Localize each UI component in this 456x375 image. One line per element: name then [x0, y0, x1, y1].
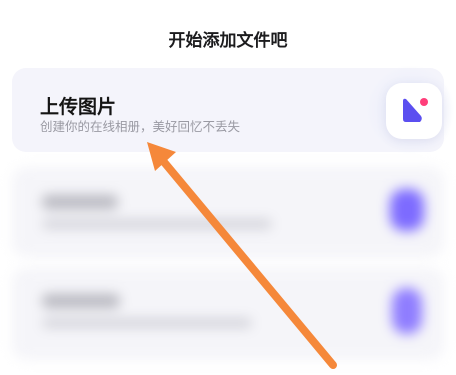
pointer-arrow: [147, 142, 337, 369]
